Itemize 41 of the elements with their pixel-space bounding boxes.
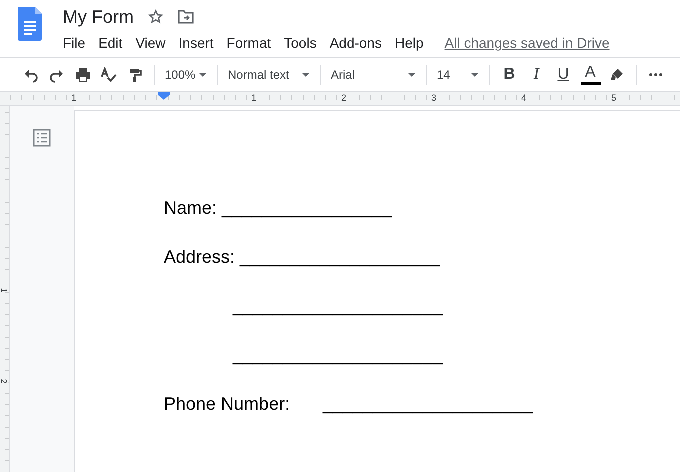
document-title[interactable]: My Form — [63, 6, 134, 28]
caret-icon[interactable] — [471, 72, 479, 76]
italic-button[interactable]: I — [523, 62, 550, 86]
zoom-dropdown[interactable]: 100% — [161, 62, 211, 86]
fill-in-line[interactable]: ____________________ — [240, 247, 440, 268]
ruler-number: 2 — [0, 379, 9, 384]
ruler-number: 1 — [0, 288, 9, 293]
menu-item[interactable]: File — [63, 35, 86, 51]
underline-button[interactable]: U — [550, 62, 577, 86]
fill-in-line[interactable]: _________________ — [222, 198, 392, 219]
bold-button[interactable]: B — [496, 62, 523, 86]
menu-item[interactable]: Help — [394, 35, 424, 51]
field-label: Phone Number: — [164, 394, 290, 414]
menu-item[interactable]: Insert — [178, 35, 214, 51]
font-size-dropdown[interactable]: 14 — [433, 62, 483, 86]
style-dropdown[interactable]: Normal text — [224, 62, 314, 86]
fill-in-line[interactable]: _____________________ — [323, 394, 534, 415]
field-label: Name: — [164, 198, 218, 219]
menu-item[interactable]: Tools — [284, 35, 317, 51]
outline-icon[interactable] — [33, 129, 51, 147]
menu-item[interactable]: Add-ons — [330, 35, 382, 51]
caret-icon[interactable] — [408, 72, 416, 76]
field-label: Address: — [164, 247, 236, 268]
text-color-button[interactable]: A — [577, 62, 604, 86]
move-to-folder-icon[interactable] — [178, 10, 194, 24]
menu-item[interactable]: View — [136, 35, 166, 51]
fill-in-line[interactable]: _____________________ — [233, 296, 444, 317]
caret-icon[interactable] — [199, 72, 207, 76]
print-icon[interactable] — [75, 66, 91, 82]
spellcheck-icon[interactable] — [101, 66, 117, 82]
menu-item[interactable]: Format — [226, 35, 272, 51]
docs-logo-icon[interactable] — [18, 7, 42, 41]
fill-in-line[interactable]: _____________________ — [233, 345, 444, 366]
font-dropdown[interactable]: Arial — [327, 62, 420, 86]
save-status-link[interactable]: All changes saved in Drive — [444, 35, 610, 51]
caret-icon[interactable] — [302, 72, 310, 76]
highlighter-icon[interactable] — [609, 66, 625, 82]
paint-roller-icon[interactable] — [127, 66, 143, 82]
star-icon[interactable] — [148, 9, 164, 25]
indent-marker-icon[interactable] — [158, 92, 170, 100]
menu-item[interactable]: Edit — [98, 35, 123, 51]
